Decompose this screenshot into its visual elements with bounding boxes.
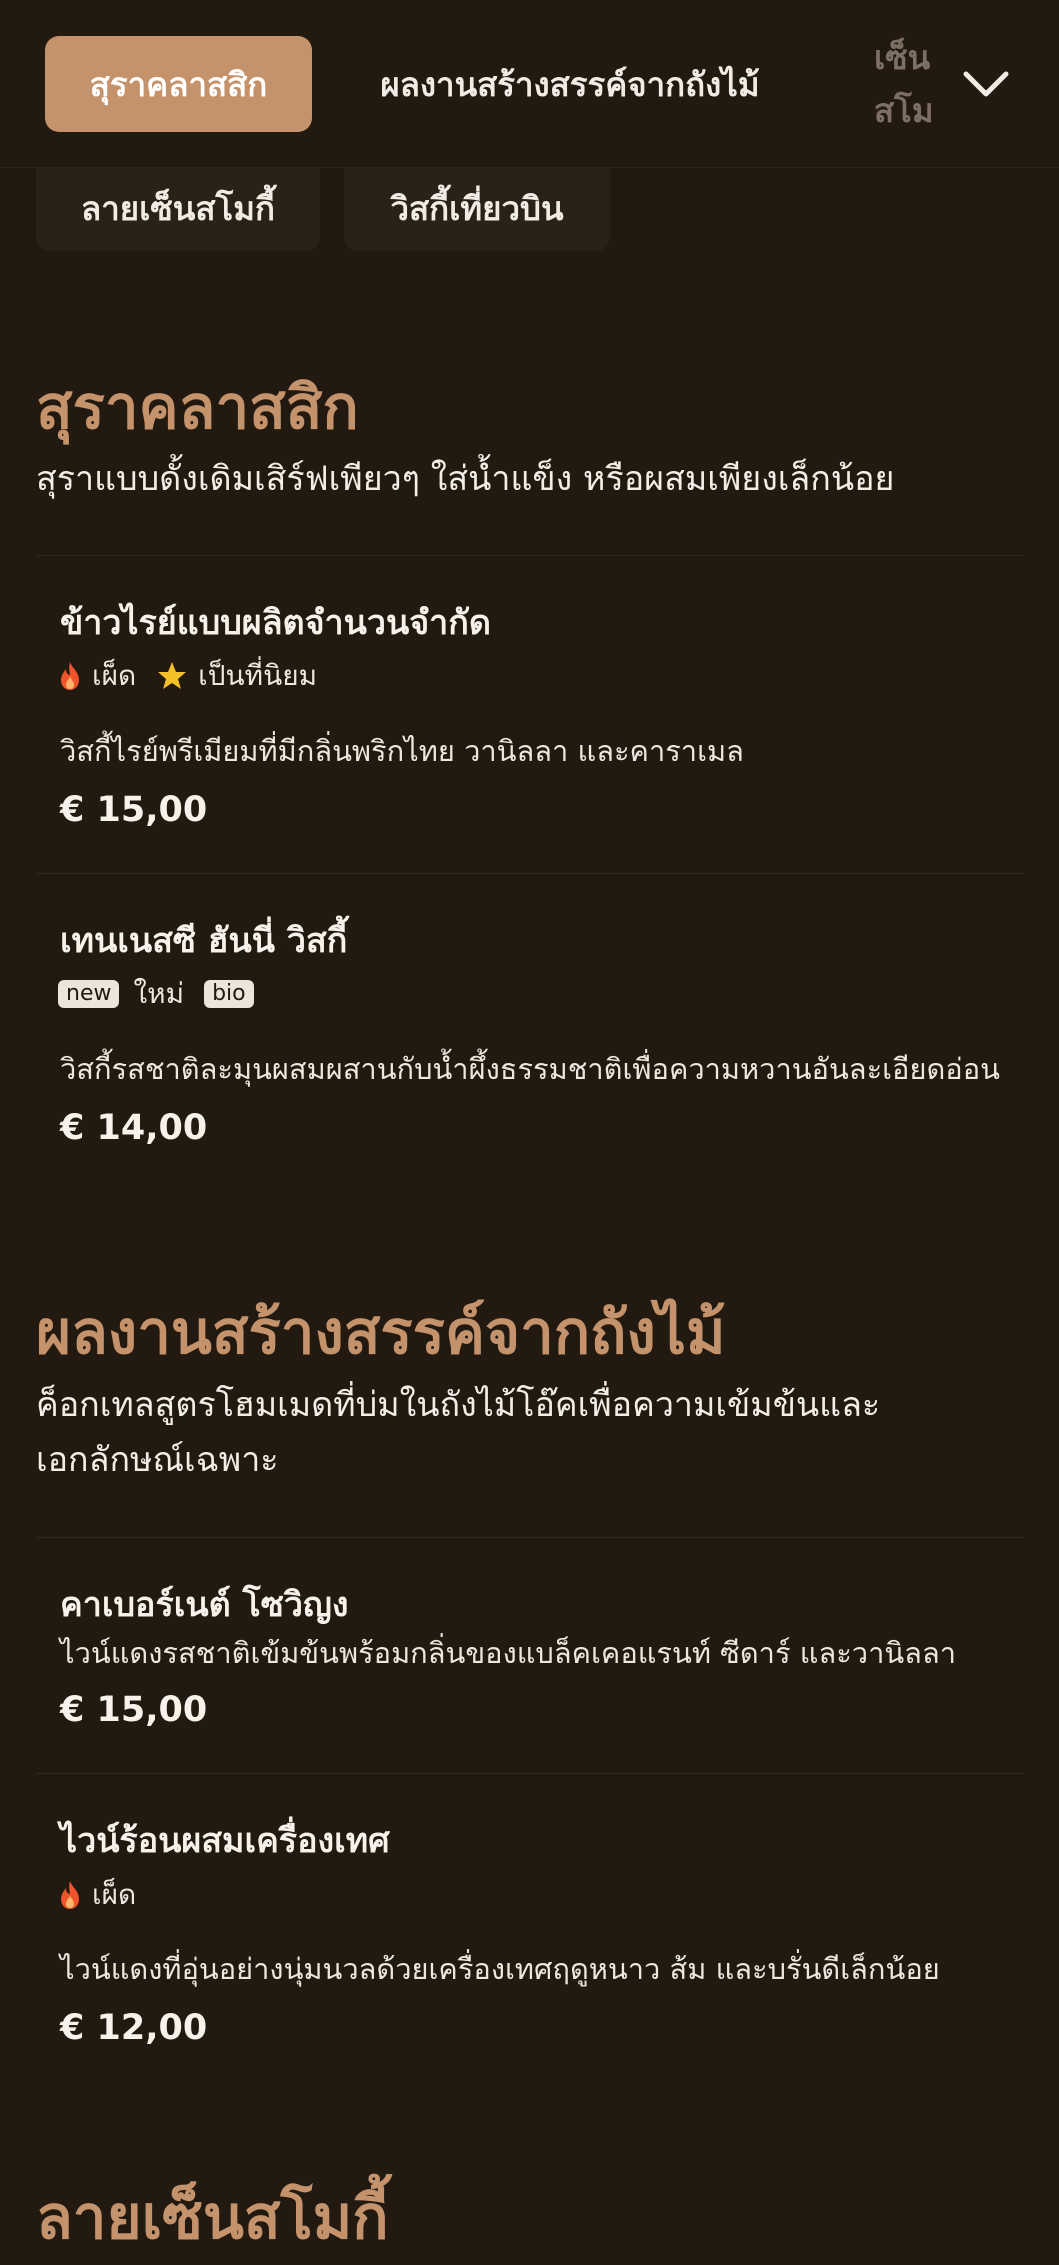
fire-icon [61, 662, 79, 690]
menu-item-name: ข้าวไรย์แบบผลิตจำนวนจำกัด [60, 603, 491, 643]
section-description-line: เอกลักษณ์เฉพาะ [36, 1440, 279, 1480]
tab-classic-spirits[interactable]: สุราคลาสสิก [45, 36, 312, 132]
section-description-line: ค็อกเทลสูตรโฮมเมดที่บ่มในถังไม้โอ๊คเพื่อ… [36, 1385, 881, 1425]
tag-label: เผ็ด [92, 1878, 137, 1911]
tag-label: เผ็ด [92, 659, 137, 692]
tag-label: เป็นที่นิยม [198, 659, 318, 692]
menu-item-name: คาเบอร์เนต์ โซวิญง [60, 1585, 349, 1625]
section-description: สุราแบบดั้งเดิมเสิร์ฟเพียวๆ ใส่น้ำแข็ง ห… [36, 459, 895, 499]
section-description: ค็อกเทลสูตรโฮมเมดที่บ่มในถังไม้โอ๊คเพื่อ… [36, 1378, 1026, 1488]
tab-label: ลายเซ็นสโมกี้ [874, 38, 934, 130]
divider [36, 1537, 1024, 1538]
menu-item-price: € 15,00 [60, 1690, 208, 1730]
menu-item-tags: new ใหม่ bio [58, 974, 268, 1014]
chip-label: ลายเซ็นสโมกี้ [81, 188, 275, 228]
tag-spicy: เผ็ด [58, 1873, 136, 1917]
category-nav: สุราคลาสสิก ผลงานสร้างสรรค์จากถังไม้ ลาย… [0, 0, 1059, 168]
tag-label: ใหม่ [133, 977, 185, 1010]
divider [36, 1773, 1024, 1774]
menu-item-name: เทนเนสซี ฮันนี่ วิสกี้ [60, 921, 348, 961]
menu-item-tags: เผ็ด เป็นที่นิยม [58, 656, 337, 696]
section-title: ลายเซ็นสโมกี้ [36, 2183, 389, 2253]
menu-item-price: € 14,00 [60, 1108, 208, 1148]
tab-label: สุราคลาสสิก [89, 64, 268, 104]
chip-whisky-flights[interactable]: วิสกี้เที่ยวบิน [344, 165, 610, 251]
menu-item-tags: เผ็ด [58, 1875, 156, 1915]
tab-barrel-creations[interactable]: ผลงานสร้างสรรค์จากถังไม้ [360, 36, 780, 132]
menu-item-description: วิสกี้ไรย์พรีเมียมที่มีกลิ่นพริกไทย วานิ… [60, 734, 744, 768]
chip-smoky-signatures[interactable]: ลายเซ็นสโมกี้ [36, 165, 320, 251]
section-title: ผลงานสร้างสรรค์จากถังไม้ [36, 1298, 726, 1368]
menu-item-price: € 12,00 [60, 2008, 208, 2048]
divider [36, 873, 1024, 874]
menu-item-name: ไวน์ร้อนผสมเครื่องเทศ [60, 1821, 390, 1861]
tab-label: ผลงานสร้างสรรค์จากถังไม้ [380, 64, 760, 104]
tab-smoky-signatures[interactable]: ลายเซ็นสโมกี้ [874, 36, 938, 132]
menu-item-description: วิสกี้รสชาติละมุนผสมผสานกับน้ำผึ้งธรรมชา… [60, 1052, 1000, 1086]
chip-label: วิสกี้เที่ยวบิน [390, 188, 564, 228]
bio-badge: bio [204, 980, 254, 1008]
fire-icon [61, 1881, 79, 1909]
menu-item-price: € 15,00 [60, 790, 208, 830]
new-badge: new [58, 980, 120, 1008]
divider [36, 555, 1024, 556]
tag-spicy: เผ็ด [58, 654, 136, 698]
star-icon [158, 662, 187, 689]
menu-item-description: ไวน์แดงที่อุ่นอย่างนุ่มนวลด้วยเครื่องเทศ… [60, 1952, 940, 1986]
tag-popular: เป็นที่นิยม [156, 654, 317, 698]
chevron-down-icon[interactable] [958, 56, 1014, 112]
menu-item-description: ไวน์แดงรสชาติเข้มข้นพร้อมกลิ่นของแบล็คเค… [60, 1636, 957, 1670]
section-title: สุราคลาสสิก [36, 373, 359, 443]
